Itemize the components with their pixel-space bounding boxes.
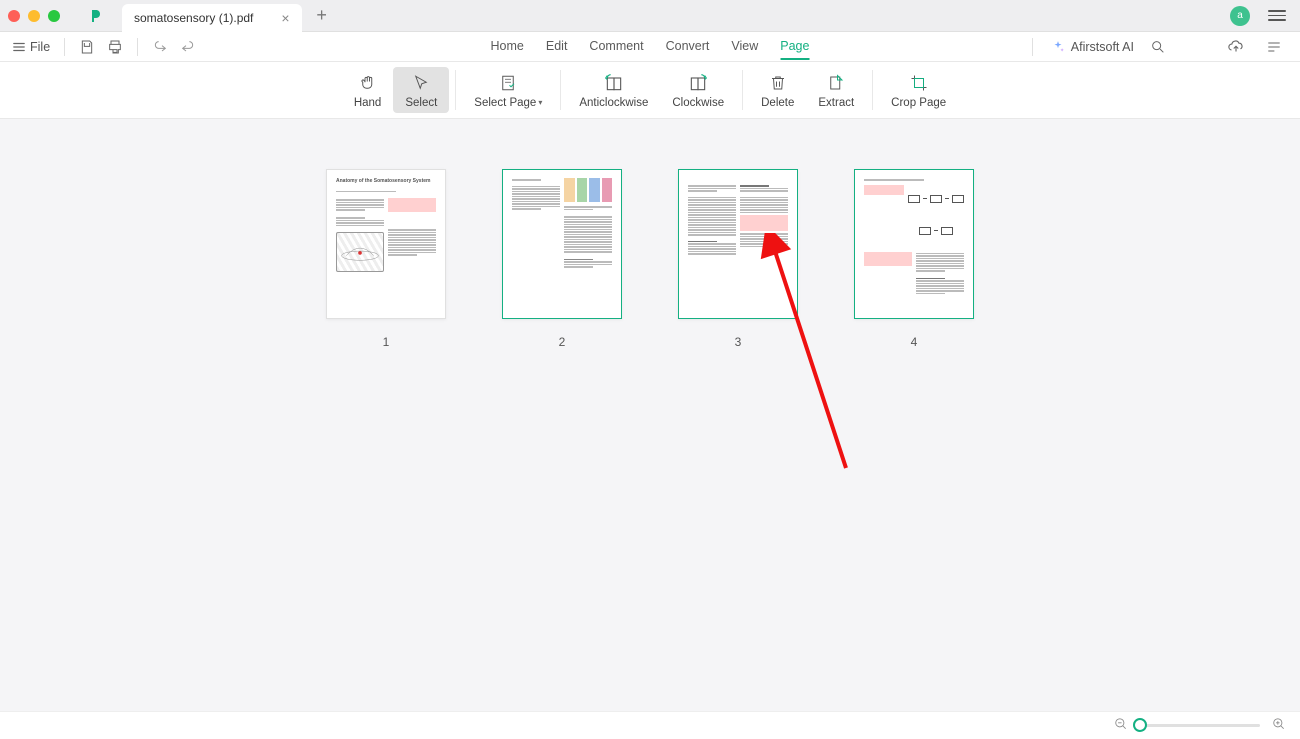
page-number-label: 4 bbox=[911, 335, 918, 349]
divider bbox=[137, 38, 138, 56]
page-ribbon: Hand Select Select Page▾ Anticlockwise C… bbox=[0, 62, 1300, 119]
zoom-in-icon bbox=[1272, 717, 1286, 731]
rotate-clockwise-button[interactable]: Clockwise bbox=[660, 67, 736, 113]
select-tool[interactable]: Select bbox=[393, 67, 449, 113]
page-1-thumbnail[interactable]: Anatomy of the Somatosensory System bbox=[326, 169, 446, 319]
new-tab-button[interactable]: + bbox=[308, 2, 336, 30]
rotate-anticlockwise-button[interactable]: Anticlockwise bbox=[567, 67, 660, 113]
extract-icon bbox=[827, 72, 845, 94]
tab-view[interactable]: View bbox=[731, 34, 758, 60]
page-1-title: Anatomy of the Somatosensory System bbox=[336, 178, 436, 185]
divider bbox=[1032, 38, 1033, 56]
ai-assistant-button[interactable]: Afirstsoft AI bbox=[1051, 40, 1134, 54]
print-icon bbox=[107, 39, 123, 55]
page-number-label: 1 bbox=[383, 335, 390, 349]
undo-icon bbox=[152, 39, 168, 55]
page-number-label: 3 bbox=[735, 335, 742, 349]
document-tab-title: somatosensory (1).pdf bbox=[134, 11, 253, 25]
page-2-thumbnail[interactable] bbox=[502, 169, 622, 319]
zoom-out-button[interactable] bbox=[1112, 717, 1130, 734]
divider bbox=[64, 38, 65, 56]
hand-icon bbox=[359, 72, 377, 94]
tab-convert[interactable]: Convert bbox=[666, 34, 710, 60]
search-icon bbox=[1150, 39, 1166, 55]
print-button[interactable] bbox=[101, 35, 129, 59]
cursor-icon bbox=[412, 72, 430, 94]
page-number-label: 2 bbox=[559, 335, 566, 349]
crop-page-button[interactable]: Crop Page bbox=[879, 67, 958, 113]
top-toolbar: File Home Edit Comment Convert View Page… bbox=[0, 32, 1300, 62]
select-page-dropdown[interactable]: Select Page▾ bbox=[462, 67, 554, 113]
tab-comment[interactable]: Comment bbox=[589, 34, 643, 60]
window-controls bbox=[8, 10, 60, 22]
chevron-down-icon: ▾ bbox=[538, 98, 542, 107]
divider bbox=[455, 70, 456, 110]
document-tab[interactable]: somatosensory (1).pdf × bbox=[122, 4, 302, 32]
page-thumbnail-container: Anatomy of the Somatosensory System bbox=[326, 169, 446, 349]
page-3-thumbnail[interactable] bbox=[678, 169, 798, 319]
sparkle-icon bbox=[1051, 40, 1065, 54]
tab-page[interactable]: Page bbox=[780, 34, 809, 60]
user-avatar[interactable]: a bbox=[1230, 6, 1250, 26]
crop-icon bbox=[910, 72, 928, 94]
save-button[interactable] bbox=[73, 35, 101, 59]
page-thumbnail-container: 3 bbox=[678, 169, 798, 349]
hand-tool[interactable]: Hand bbox=[342, 67, 394, 113]
select-page-icon bbox=[499, 72, 517, 94]
extract-page-button[interactable]: Extract bbox=[806, 67, 866, 113]
close-tab-button[interactable]: × bbox=[281, 10, 289, 26]
divider bbox=[872, 70, 873, 110]
zoom-slider[interactable] bbox=[1140, 724, 1260, 727]
delete-page-button[interactable]: Delete bbox=[749, 67, 806, 113]
rotate-right-icon bbox=[688, 72, 708, 94]
page-thumbnail-container: 4 bbox=[854, 169, 974, 349]
file-menu[interactable]: File bbox=[12, 40, 50, 54]
main-menu-button[interactable] bbox=[1268, 7, 1286, 25]
app-logo bbox=[82, 6, 110, 26]
zoom-out-icon bbox=[1114, 717, 1128, 731]
save-icon bbox=[79, 39, 95, 55]
tab-edit[interactable]: Edit bbox=[546, 34, 568, 60]
collapse-icon bbox=[1266, 39, 1282, 55]
menu-tabs: Home Edit Comment Convert View Page bbox=[491, 34, 810, 60]
undo-button[interactable] bbox=[146, 35, 174, 59]
minimize-window-button[interactable] bbox=[28, 10, 40, 22]
divider bbox=[742, 70, 743, 110]
maximize-window-button[interactable] bbox=[48, 10, 60, 22]
file-menu-icon bbox=[12, 40, 26, 54]
page-thumbnail-container: 2 bbox=[502, 169, 622, 349]
redo-icon bbox=[180, 39, 196, 55]
search-button[interactable] bbox=[1144, 35, 1172, 59]
zoom-in-button[interactable] bbox=[1270, 717, 1288, 734]
page-thumbnail-workspace[interactable]: Anatomy of the Somatosensory System bbox=[0, 119, 1300, 711]
file-menu-label: File bbox=[30, 40, 50, 54]
tab-home[interactable]: Home bbox=[491, 34, 524, 60]
trash-icon bbox=[769, 72, 787, 94]
divider bbox=[560, 70, 561, 110]
cloud-icon bbox=[1227, 38, 1245, 56]
zoom-slider-thumb[interactable] bbox=[1133, 718, 1147, 732]
status-bar bbox=[0, 711, 1300, 739]
cloud-sync-button[interactable] bbox=[1222, 35, 1250, 59]
titlebar: somatosensory (1).pdf × + a bbox=[0, 0, 1300, 32]
ai-assistant-label: Afirstsoft AI bbox=[1071, 40, 1134, 54]
rotate-left-icon bbox=[604, 72, 624, 94]
redo-button[interactable] bbox=[174, 35, 202, 59]
close-window-button[interactable] bbox=[8, 10, 20, 22]
collapse-ribbon-button[interactable] bbox=[1260, 35, 1288, 59]
page-4-thumbnail[interactable] bbox=[854, 169, 974, 319]
